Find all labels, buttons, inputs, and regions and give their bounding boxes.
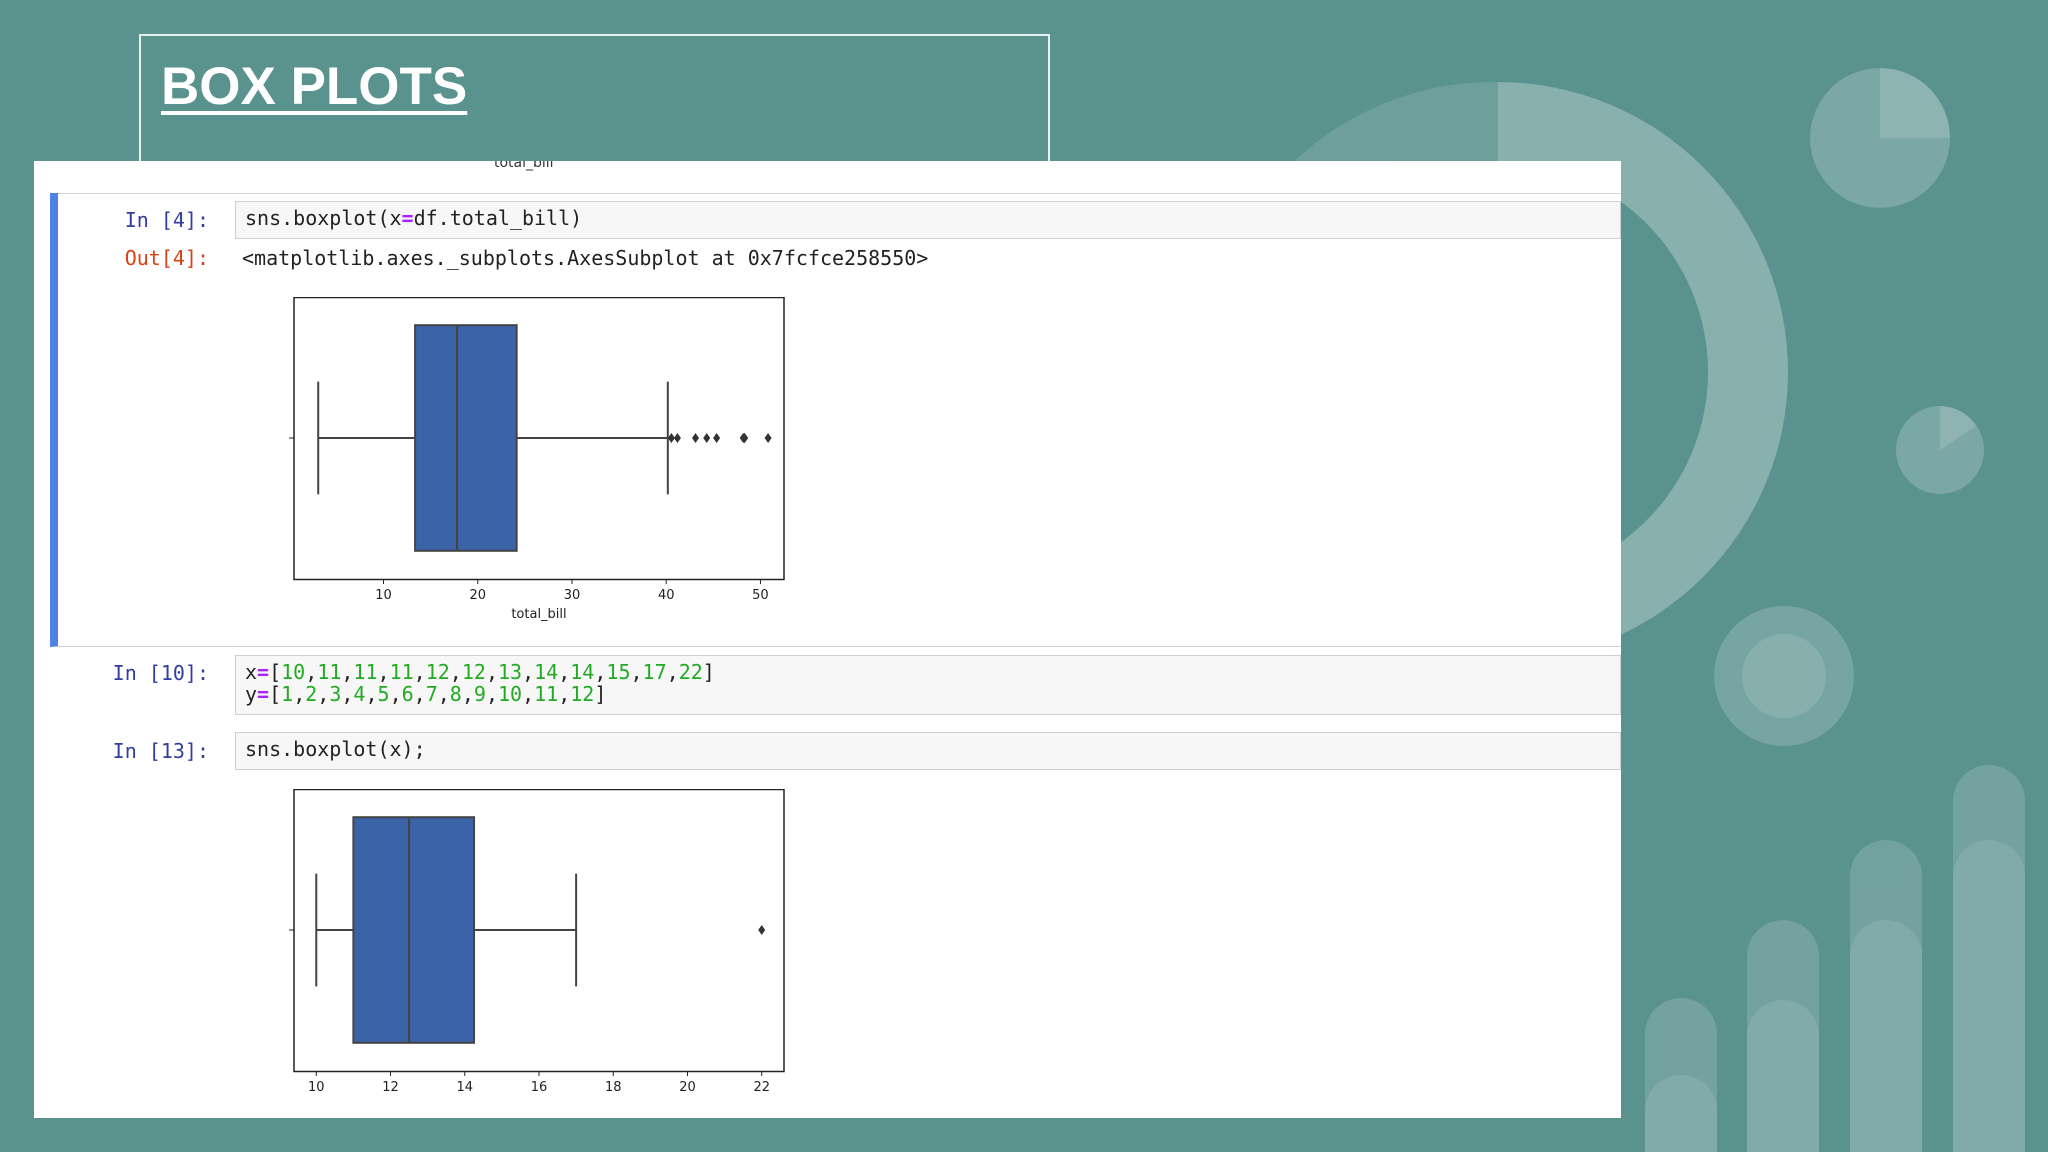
input-prompt: In [10]: bbox=[112, 661, 209, 685]
code-token: 10 bbox=[281, 660, 306, 684]
previous-output-label: total_bill bbox=[494, 161, 554, 171]
code-token: [ bbox=[269, 682, 282, 706]
code-token: 5 bbox=[377, 682, 390, 706]
code-token: 10 bbox=[497, 682, 523, 706]
code-token: 9 bbox=[473, 682, 486, 706]
code-token: ] bbox=[702, 660, 715, 684]
code-token: , bbox=[461, 682, 474, 706]
code-token: , bbox=[341, 660, 354, 684]
output-text: <matplotlib.axes._subplots.AxesSubplot a… bbox=[242, 246, 929, 270]
code-token: 14 bbox=[570, 660, 595, 684]
code-token: 2 bbox=[305, 682, 318, 706]
code-token: 11 bbox=[389, 660, 414, 684]
code-token: = bbox=[257, 660, 270, 684]
input-prompt: In [4]: bbox=[124, 208, 209, 232]
code-token: [ bbox=[269, 660, 282, 684]
x-tick-label: 18 bbox=[605, 1080, 622, 1095]
input-prompt: In [13]: bbox=[112, 739, 209, 763]
code-token: , bbox=[558, 660, 571, 684]
x-axis-label: total_bill bbox=[511, 607, 566, 622]
code-token: , bbox=[522, 660, 535, 684]
code-token: 1 bbox=[281, 682, 294, 706]
code-token: 4 bbox=[353, 682, 366, 706]
code-token: , bbox=[365, 682, 378, 706]
code-token: 7 bbox=[425, 682, 438, 706]
x-tick-label: 40 bbox=[658, 588, 675, 603]
code-token: 12 bbox=[461, 660, 486, 684]
code-token: y bbox=[245, 682, 258, 706]
code-token: 14 bbox=[534, 660, 559, 684]
output-prompt: Out[4]: bbox=[124, 246, 209, 270]
code-token: 11 bbox=[317, 660, 342, 684]
code-token: 8 bbox=[449, 682, 462, 706]
x-tick-label: 50 bbox=[752, 588, 769, 603]
code-token: , bbox=[558, 682, 571, 706]
code-token: , bbox=[485, 682, 498, 706]
x-tick-label: 12 bbox=[382, 1080, 399, 1095]
code-token: 12 bbox=[570, 682, 595, 706]
code-token: 6 bbox=[401, 682, 414, 706]
code-token: , bbox=[413, 660, 426, 684]
code-token: df.total_bill) bbox=[413, 206, 583, 230]
x-tick-label: 30 bbox=[564, 588, 581, 603]
code-input[interactable]: sns.boxplot(x); bbox=[235, 732, 1621, 770]
code-token: 15 bbox=[606, 660, 631, 684]
code-token: 13 bbox=[497, 660, 523, 684]
code-token: , bbox=[341, 682, 354, 706]
code-token: , bbox=[377, 660, 390, 684]
boxplot-total-bill: 10 20 30 40 50 total_bill bbox=[289, 297, 785, 622]
code-token: sns.boxplot(x bbox=[245, 206, 402, 230]
code-token: , bbox=[630, 660, 643, 684]
box-iqr bbox=[352, 816, 476, 1044]
code-token: , bbox=[485, 660, 498, 684]
code-token: = bbox=[257, 682, 270, 706]
code-token: x bbox=[245, 660, 258, 684]
code-token: 17 bbox=[642, 660, 667, 684]
code-token: , bbox=[594, 660, 607, 684]
slide-title: BOX PLOTS bbox=[161, 57, 468, 116]
notebook-screenshot: total_bill In [4]: sns.boxplot(x=df.tota… bbox=[34, 161, 1621, 1118]
code-token: , bbox=[389, 682, 402, 706]
code-token: 11 bbox=[353, 660, 378, 684]
code-token: , bbox=[449, 660, 462, 684]
code-token: , bbox=[666, 660, 679, 684]
title-box: BOX PLOTS bbox=[139, 34, 1050, 164]
x-tick-label: 14 bbox=[456, 1080, 473, 1095]
code-token: , bbox=[437, 682, 450, 706]
code-token: 12 bbox=[425, 660, 450, 684]
x-tick-label: 16 bbox=[531, 1080, 548, 1095]
code-token: , bbox=[413, 682, 426, 706]
code-token: ] bbox=[594, 682, 607, 706]
code-token: , bbox=[522, 682, 535, 706]
code-token: , bbox=[293, 682, 306, 706]
code-token: 22 bbox=[678, 660, 703, 684]
code-token: , bbox=[317, 682, 330, 706]
box-iqr bbox=[414, 324, 518, 552]
code-input[interactable]: sns.boxplot(x=df.total_bill) bbox=[235, 201, 1621, 239]
code-token: , bbox=[305, 660, 318, 684]
x-tick-label: 22 bbox=[753, 1080, 770, 1095]
boxplot-x: 10 12 14 16 18 20 22 bbox=[289, 789, 785, 1095]
x-tick-label: 20 bbox=[469, 588, 486, 603]
code-input[interactable]: x=[10,11,11,11,12,12,13,14,14,15,17,22] y… bbox=[235, 655, 1621, 715]
x-tick-label: 10 bbox=[308, 1080, 325, 1095]
x-tick-label: 10 bbox=[375, 588, 392, 603]
x-tick-label: 20 bbox=[679, 1080, 696, 1095]
code-token: 3 bbox=[329, 682, 342, 706]
code-token: 11 bbox=[534, 682, 559, 706]
code-operator: = bbox=[401, 206, 414, 230]
